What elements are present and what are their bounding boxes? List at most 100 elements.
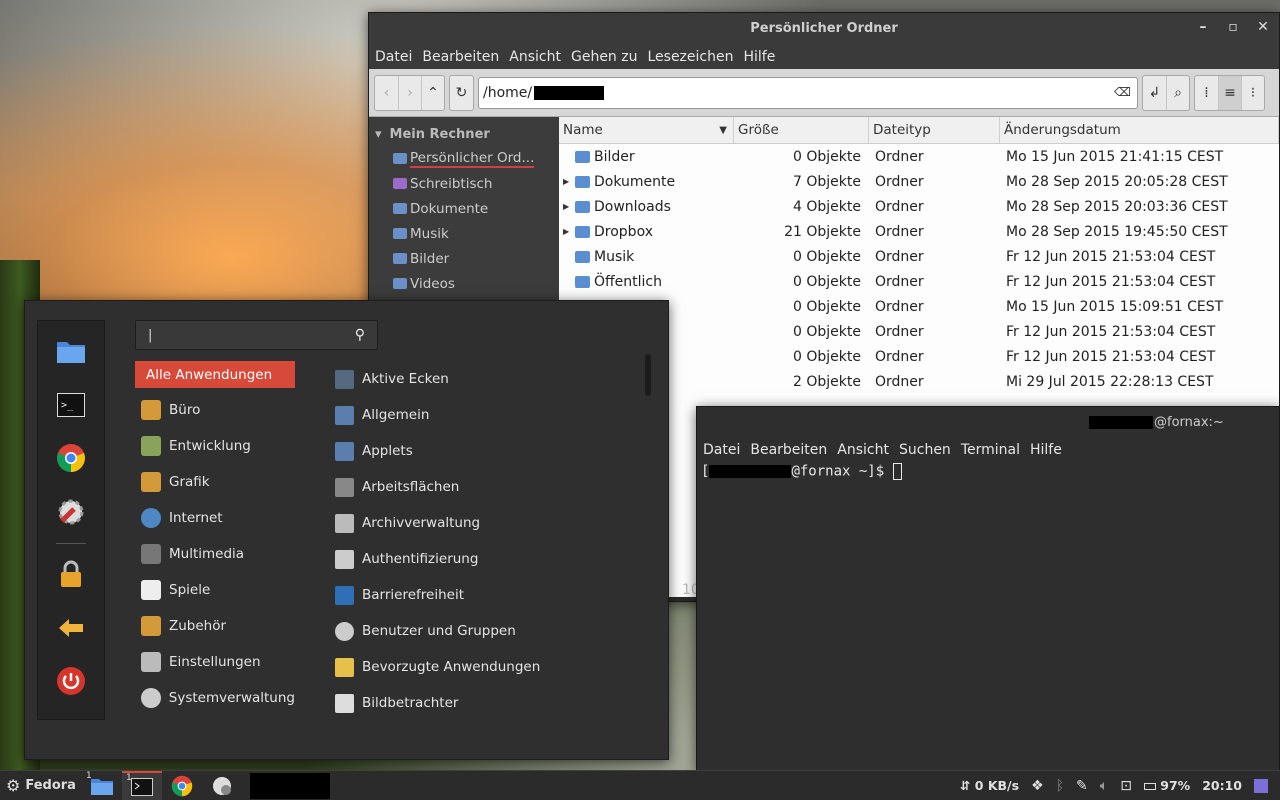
bluetooth-icon[interactable]: ᛒ xyxy=(1056,778,1064,794)
sidebar-item-desktop[interactable]: Schreibtisch xyxy=(369,171,559,196)
documents-folder-icon xyxy=(393,203,407,214)
expand-arrow-icon[interactable]: ▶ xyxy=(563,202,571,211)
sidebar-item-home[interactable]: Persönlicher Ord... xyxy=(369,146,559,171)
menu-button[interactable]: ⚙ Fedora xyxy=(0,776,82,795)
file-name: Bilder xyxy=(594,148,635,165)
terminal-icon[interactable]: >_ xyxy=(55,389,87,421)
app-benutzer-und-gruppen[interactable]: Benutzer und Gruppen xyxy=(335,613,635,649)
sidebar-section-header[interactable]: ▾ Mein Rechner xyxy=(369,123,559,146)
volume-icon[interactable]: 🔈︎ xyxy=(1100,778,1108,794)
logout-icon[interactable] xyxy=(55,612,87,644)
menu-bearbeiten[interactable]: Bearbeiten xyxy=(422,49,499,65)
menu-hilfe[interactable]: Hilfe xyxy=(743,49,775,65)
category-internet[interactable]: Internet xyxy=(135,500,295,536)
column-type[interactable]: Dateityp xyxy=(869,117,1000,143)
application-list-scrollbar[interactable] xyxy=(645,354,651,396)
terminal-menu-ansicht[interactable]: Ansicht xyxy=(837,442,889,458)
terminal-menu-terminal[interactable]: Terminal xyxy=(961,442,1020,458)
sidebar-item-music[interactable]: Musik xyxy=(369,221,559,246)
app-authentifizierung[interactable]: Authentifizierung xyxy=(335,541,635,577)
menu-ansicht[interactable]: Ansicht xyxy=(509,49,561,65)
app-applets[interactable]: Applets xyxy=(335,433,635,469)
category-system-administration[interactable]: Systemverwaltung xyxy=(135,680,295,716)
taskbar-chrome[interactable] xyxy=(162,771,202,800)
sidebar-item-documents[interactable]: Dokumente xyxy=(369,196,559,221)
file-manager-toolbar: ‹ › ⌃ ↻ /home/ ⌫ ↲ ⌕ ⁞ ≡ ⁝ xyxy=(369,69,1279,117)
dropbox-icon[interactable]: ❖ xyxy=(1031,778,1044,794)
files-icon[interactable] xyxy=(55,335,87,367)
terminal-titlebar[interactable]: @fornax:~ xyxy=(697,407,1279,437)
location-bar[interactable]: /home/ ⌫ xyxy=(478,76,1138,109)
terminal-menu-datei[interactable]: Datei xyxy=(703,442,740,458)
chrome-icon[interactable] xyxy=(55,442,87,474)
app-allgemein[interactable]: Allgemein xyxy=(335,397,635,433)
menu-search-input[interactable]: | ⚲ xyxy=(135,320,378,350)
system-settings-icon[interactable] xyxy=(55,496,87,528)
category-multimedia[interactable]: Multimedia xyxy=(135,536,295,572)
taskbar-terminal[interactable]: 1 xyxy=(121,770,162,800)
category-graphics[interactable]: Grafik xyxy=(135,464,295,500)
sidebar-item-videos[interactable]: Videos xyxy=(369,271,559,296)
menu-datei[interactable]: Datei xyxy=(375,49,412,65)
app-arbeitsflaechen[interactable]: Arbeitsflächen xyxy=(335,469,635,505)
file-row[interactable]: Musik 0 Objekte Ordner Fr 12 Jun 2015 21:53… xyxy=(559,244,1279,269)
taskbar-files[interactable]: 1 xyxy=(82,771,122,800)
app-aktive-ecken[interactable]: Aktive Ecken xyxy=(335,361,635,397)
terminal-menu-suchen[interactable]: Suchen xyxy=(899,442,951,458)
compact-view-icon[interactable]: ⁝ xyxy=(1241,75,1264,110)
menu-gehen-zu[interactable]: Gehen zu xyxy=(571,49,638,65)
column-name[interactable]: Name ▼ xyxy=(559,117,734,143)
pen-icon[interactable]: ✎ xyxy=(1076,778,1088,794)
system-monitor-icon[interactable]: ⊡ xyxy=(1120,778,1132,794)
power-icon[interactable] xyxy=(55,665,87,697)
terminal-output[interactable]: [@fornax ~]$ xyxy=(697,462,1279,772)
toggle-location-icon[interactable]: ↲ xyxy=(1143,76,1166,110)
icon-view-icon[interactable]: ⁞ xyxy=(1195,76,1218,110)
terminal-menu-bearbeiten[interactable]: Bearbeiten xyxy=(750,442,827,458)
category-settings[interactable]: Einstellungen xyxy=(135,644,295,680)
clear-location-icon[interactable]: ⌫ xyxy=(1114,85,1131,99)
redacted-task[interactable] xyxy=(249,772,330,799)
app-bildbetrachter[interactable]: Bildbetrachter xyxy=(335,685,635,721)
expand-arrow-icon[interactable]: ▶ xyxy=(563,177,571,186)
file-row[interactable]: Öffentlich 0 Objekte Ordner Fr 12 Jun 2015 … xyxy=(559,269,1279,294)
clock[interactable]: 20:10 xyxy=(1202,778,1242,793)
category-all-applications[interactable]: Alle Anwendungen xyxy=(135,361,295,388)
category-games[interactable]: Spiele xyxy=(135,572,295,608)
minimize-icon[interactable]: – xyxy=(1197,19,1209,35)
app-bevorzugte-anwendungen[interactable]: Bevorzugte Anwendungen xyxy=(335,649,635,685)
app-archivverwaltung[interactable]: Archivverwaltung xyxy=(335,505,635,541)
lock-screen-icon[interactable] xyxy=(55,558,87,590)
search-icon[interactable]: ⌕ xyxy=(1166,75,1189,110)
category-development[interactable]: Entwicklung xyxy=(135,428,295,464)
column-date[interactable]: Änderungsdatum xyxy=(1000,117,1279,143)
menu-lesezeichen[interactable]: Lesezeichen xyxy=(647,49,733,65)
network-speed[interactable]: ⇵ 0 KB/s xyxy=(960,778,1019,793)
file-date: Fr 12 Jun 2015 21:53:04 CEST xyxy=(1006,348,1216,365)
reload-icon[interactable]: ↻ xyxy=(450,76,473,110)
category-office[interactable]: Büro xyxy=(135,392,295,428)
file-row[interactable]: ▶ Downloads 4 Objekte Ordner Mo 28 Sep 2015 … xyxy=(559,194,1279,219)
category-accessories[interactable]: Zubehör xyxy=(135,608,295,644)
terminal-menu-hilfe[interactable]: Hilfe xyxy=(1030,442,1062,458)
battery-indicator[interactable]: 97% xyxy=(1143,778,1190,793)
chrome-icon xyxy=(171,775,193,796)
close-icon[interactable]: ✕ xyxy=(1257,19,1269,35)
forward-icon[interactable]: › xyxy=(398,75,421,110)
back-icon[interactable]: ‹ xyxy=(375,76,398,110)
app-barrierefreiheit[interactable]: Barrierefreiheit xyxy=(335,577,635,613)
list-view-icon[interactable]: ≡ xyxy=(1218,75,1241,110)
file-row[interactable]: ▶ Dokumente 7 Objekte Ordner Mo 28 Sep 2015 … xyxy=(559,169,1279,194)
taskbar-software-update[interactable] xyxy=(202,771,242,800)
maximize-icon[interactable]: ▫ xyxy=(1227,19,1239,35)
file-date: Mo 28 Sep 2015 19:45:50 CEST xyxy=(1006,223,1228,240)
sidebar-item-pictures[interactable]: Bilder xyxy=(369,246,559,271)
up-icon[interactable]: ⌃ xyxy=(421,75,444,110)
workspace-switcher-icon[interactable] xyxy=(1254,778,1268,793)
file-manager-titlebar[interactable]: Persönlicher Ordner – ▫ ✕ xyxy=(369,13,1279,44)
file-row[interactable]: Bilder 0 Objekte Ordner Mo 15 Jun 2015 21:4… xyxy=(559,144,1279,169)
column-size[interactable]: Größe xyxy=(734,117,869,143)
expand-arrow-icon[interactable]: ▶ xyxy=(563,227,571,236)
favorites-separator xyxy=(56,543,86,544)
file-row[interactable]: ▶ Dropbox 21 Objekte Ordner Mo 28 Sep 2015 1… xyxy=(559,219,1279,244)
